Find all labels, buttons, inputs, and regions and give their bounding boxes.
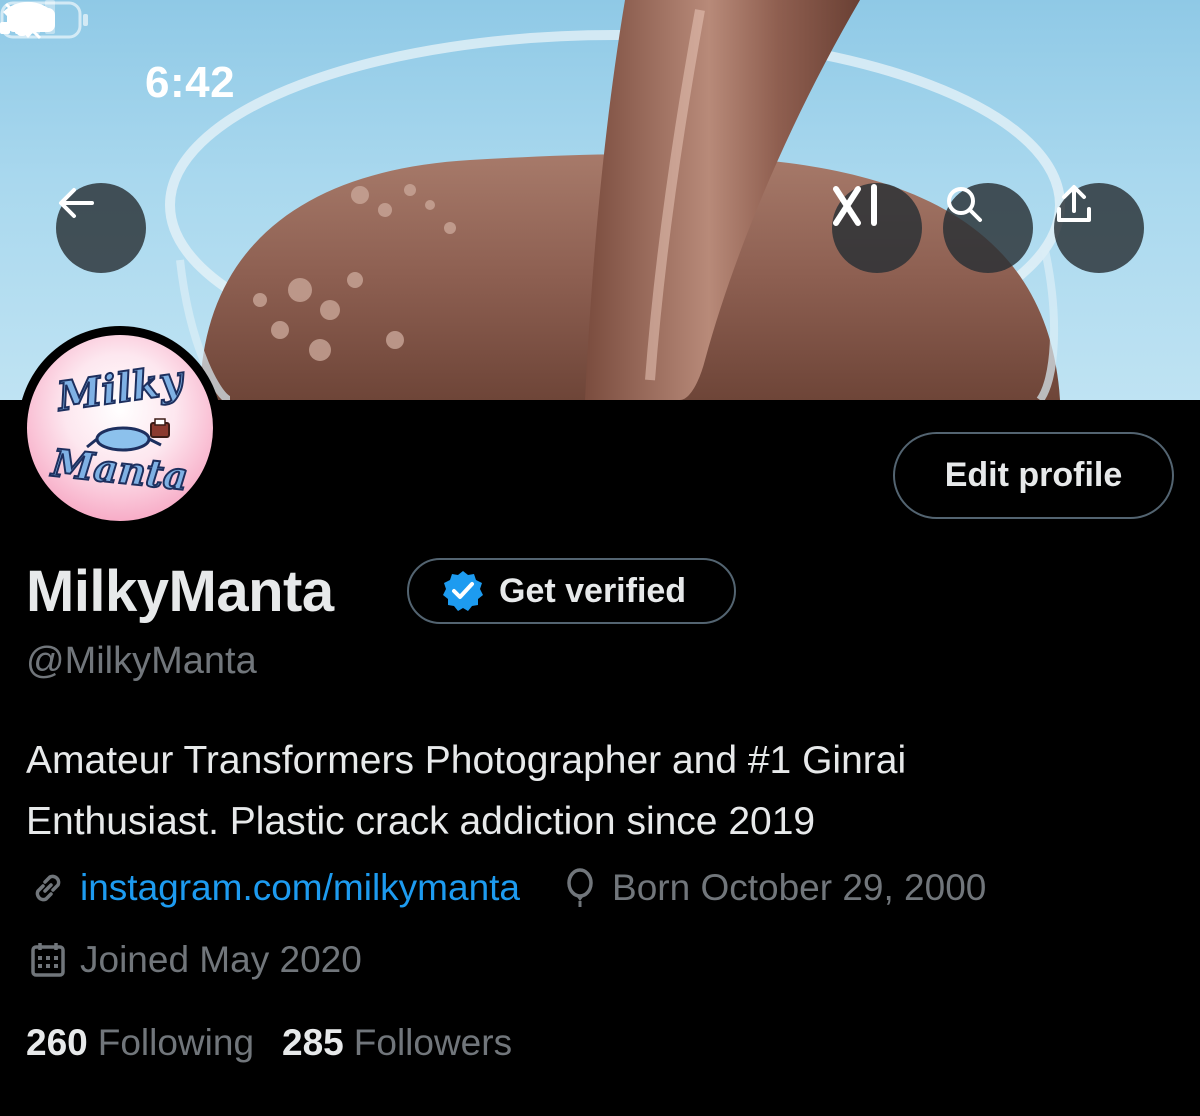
avatar-logo-text-top: Milky — [54, 355, 187, 421]
profile-bio: Amateur Transformers Photographer and #1… — [26, 730, 1166, 852]
website-link[interactable]: instagram.com/milkymanta — [80, 867, 520, 909]
calendar-icon — [31, 943, 65, 977]
profile-meta-row: Joined May 2020 — [26, 938, 362, 982]
birthday-text: Born October 29, 2000 — [612, 867, 987, 908]
profile-meta-row: instagram.com/milkymanta Born October 29… — [26, 866, 986, 910]
grok-icon — [833, 184, 877, 226]
bio-line: Amateur Transformers Photographer and #1… — [26, 739, 907, 782]
followers-count: 285 — [282, 1022, 344, 1063]
following-stat[interactable]: 260 Following — [26, 1022, 254, 1064]
balloon-icon — [567, 868, 593, 907]
bio-line: Enthusiast. Plastic crack addiction sinc… — [26, 800, 816, 843]
display-name: MilkyManta — [26, 559, 334, 624]
arrow-left-icon — [59, 188, 94, 218]
followers-stat[interactable]: 285 Followers — [282, 1022, 512, 1064]
profile-avatar[interactable]: Milky Manta — [18, 326, 222, 530]
get-verified-button[interactable]: Get verified — [407, 558, 736, 624]
battery-icon — [0, 1, 88, 39]
birthday: Born October 29, 2000 — [558, 866, 986, 910]
grok-button[interactable] — [832, 183, 922, 273]
share-button[interactable] — [1054, 183, 1144, 273]
following-count: 260 — [26, 1022, 88, 1063]
share-icon — [1057, 185, 1091, 222]
link-icon — [35, 874, 61, 902]
get-verified-label: Get verified — [499, 571, 687, 610]
joined-date: Joined May 2020 — [80, 939, 362, 980]
avatar-logo: Milky Manta — [27, 335, 213, 521]
followers-label: Followers — [353, 1022, 513, 1063]
profile-banner[interactable]: 6:42 — [0, 0, 1200, 400]
edit-profile-button[interactable]: Edit profile — [893, 432, 1174, 519]
back-button[interactable] — [56, 183, 146, 273]
search-icon — [947, 187, 982, 222]
following-label: Following — [97, 1022, 255, 1063]
verified-badge-icon — [443, 571, 483, 611]
follow-stats: 260 Following 285 Followers — [26, 1022, 540, 1064]
profile-handle: @MilkyManta — [26, 640, 257, 682]
status-bar-time: 6:42 — [145, 58, 236, 107]
search-button[interactable] — [943, 183, 1033, 273]
avatar-logo-text-bottom: Manta — [49, 439, 191, 500]
